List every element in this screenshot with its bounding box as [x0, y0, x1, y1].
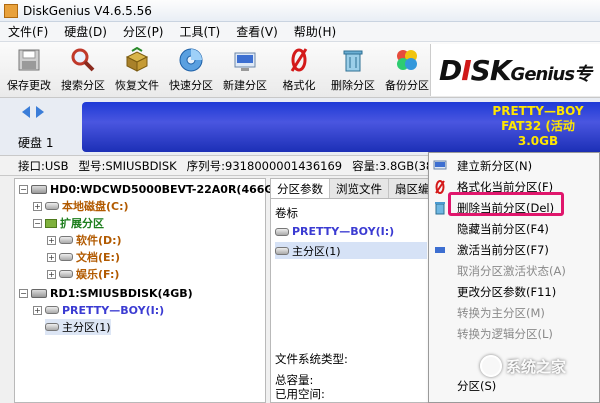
recover-files-button[interactable]: 恢复文件: [110, 42, 164, 96]
tree-node-pretty-boy[interactable]: + PRETTY—BOY(I:): [33, 302, 164, 318]
menu-item-activate-partition[interactable]: 激活当前分区(F7): [429, 239, 599, 260]
tab-browse-files[interactable]: 浏览文件: [330, 179, 389, 198]
volume-column-header: 卷标: [275, 206, 298, 220]
partition-info: PRETTY—BOY FAT32 (活动 3.0GB: [492, 104, 584, 148]
disk-tree: − HD0:WDCWD5000BEVT-22A0R(466GB) + 本地磁盘(…: [14, 178, 287, 403]
new-partition-icon: [231, 46, 259, 74]
tree-node-local-disk[interactable]: + 本地磁盘(C:): [33, 198, 129, 214]
expand-icon[interactable]: +: [47, 269, 56, 279]
tree-node-documents[interactable]: + 文档(E:): [47, 249, 120, 265]
app-logo-icon: [4, 3, 18, 18]
save-changes-button[interactable]: 保存更改: [2, 42, 56, 96]
search-partition-button[interactable]: 搜索分区: [56, 42, 110, 96]
menu-item-partition-more[interactable]: 分区(S): [429, 375, 599, 396]
expand-icon[interactable]: +: [47, 252, 56, 262]
save-icon: [15, 46, 43, 74]
arrow-right-icon[interactable]: [36, 106, 44, 118]
delete-partition-icon: [339, 46, 367, 74]
delete-partition-button[interactable]: 删除分区: [326, 42, 380, 96]
tree-node-entertainment[interactable]: + 娱乐(F:): [47, 266, 119, 282]
backup-partition-icon: [393, 46, 421, 74]
hard-disk-icon: [31, 184, 47, 194]
disk-model: 型号:SMIUSBDISK: [78, 158, 177, 173]
partition-icon: [45, 323, 59, 331]
disk-label: 硬盘 1: [18, 136, 54, 150]
menu-view[interactable]: 查看(V): [228, 23, 286, 40]
format-icon: [429, 179, 451, 194]
menu-help[interactable]: 帮助(H): [286, 23, 344, 40]
partition-icon: [59, 253, 73, 261]
partition-icon: [45, 202, 59, 210]
recover-box-icon: [123, 46, 151, 74]
menu-item-convert-logical[interactable]: 转换为逻辑分区(L): [429, 323, 599, 344]
quick-partition-button[interactable]: 快速分区: [164, 42, 218, 96]
search-icon: [69, 46, 97, 74]
expand-icon[interactable]: +: [47, 235, 56, 245]
menu-item-hide-partition[interactable]: 隐藏当前分区(F4): [429, 218, 599, 239]
format-icon: [285, 46, 313, 74]
volume-row[interactable]: PRETTY—BOY(I:): [275, 223, 427, 240]
partition-block[interactable]: PRETTY—BOY FAT32 (活动 3.0GB: [82, 102, 600, 152]
collapse-icon[interactable]: −: [33, 218, 42, 228]
diskgenius-logo: DISKGenius专: [430, 44, 600, 96]
partition-icon: [45, 306, 59, 314]
menu-item-change-params[interactable]: 更改分区参数(F11): [429, 281, 599, 302]
extended-partition-icon: [45, 218, 57, 228]
delete-highlight-box: [448, 192, 564, 216]
disk-nav: [22, 106, 44, 118]
tree-node-primary[interactable]: 主分区(1): [45, 319, 111, 335]
volume-row[interactable]: 主分区(1): [275, 242, 427, 259]
new-partition-button[interactable]: 新建分区: [218, 42, 272, 96]
quick-partition-disc-icon: [177, 46, 205, 74]
menu-partition[interactable]: 分区(P): [115, 23, 172, 40]
menu-bar: 文件(F) 硬盘(D) 分区(P) 工具(T) 查看(V) 帮助(H): [0, 22, 600, 42]
new-partition-icon: [429, 160, 451, 172]
format-button[interactable]: 格式化: [272, 42, 326, 96]
partition-icon: [59, 236, 73, 244]
fs-type-label: 文件系统类型:: [275, 352, 348, 366]
menu-file[interactable]: 文件(F): [0, 23, 56, 40]
title-bar: DiskGenius V4.6.5.56: [0, 0, 600, 22]
menu-disk[interactable]: 硬盘(D): [56, 23, 115, 40]
disk-serial: 序列号:9318000001436169: [186, 158, 343, 173]
activate-icon: [429, 245, 451, 255]
expand-icon[interactable]: +: [33, 201, 42, 211]
watermark: 系统之家: [480, 355, 566, 377]
menu-item-convert-primary[interactable]: 转换为主分区(M): [429, 302, 599, 323]
partition-icon: [275, 227, 289, 236]
window-title: DiskGenius V4.6.5.56: [23, 3, 152, 18]
menu-item-new-partition[interactable]: 建立新分区(N): [429, 155, 599, 176]
collapse-icon[interactable]: −: [19, 184, 28, 194]
backup-partition-button[interactable]: 备份分区: [380, 42, 434, 96]
disk-interface: 接口:USB: [18, 158, 69, 173]
expand-icon[interactable]: +: [33, 305, 42, 315]
tree-node-extended[interactable]: − 扩展分区: [33, 215, 104, 231]
usb-disk-icon: [31, 288, 47, 298]
disk-map-bar: 硬盘 1 PRETTY—BOY FAT32 (活动 3.0GB: [0, 98, 600, 156]
partition-icon: [59, 270, 73, 278]
tree-node-rd1[interactable]: − RD1:SMIUSBDISK(4GB): [19, 285, 193, 301]
capacity-labels: 总容量: 已用空间:: [275, 373, 325, 401]
partition-icon: [275, 246, 289, 255]
tab-partition-params[interactable]: 分区参数: [271, 179, 330, 198]
menu-tools[interactable]: 工具(T): [172, 23, 229, 40]
menu-item-deactivate-partition[interactable]: 取消分区激活状态(A): [429, 260, 599, 281]
tree-node-hd0[interactable]: − HD0:WDCWD5000BEVT-22A0R(466GB): [19, 181, 287, 197]
arrow-left-icon[interactable]: [22, 106, 30, 118]
watermark-logo-icon: [480, 355, 502, 377]
tree-node-software[interactable]: + 软件(D:): [47, 232, 122, 248]
collapse-icon[interactable]: −: [19, 288, 28, 298]
